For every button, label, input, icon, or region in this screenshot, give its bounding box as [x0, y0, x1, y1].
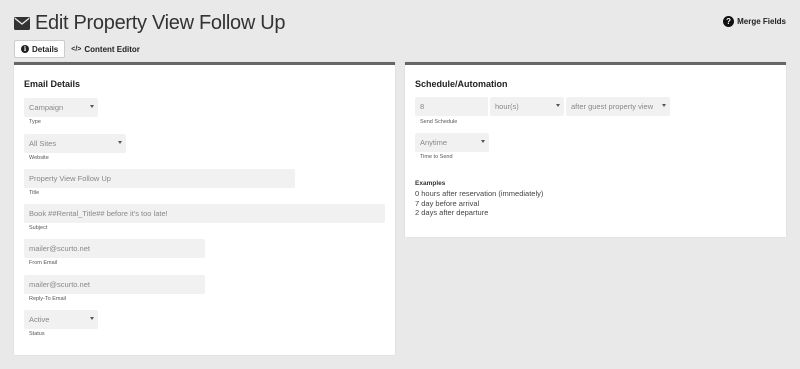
from-email-label: From Email	[29, 260, 58, 266]
schedule-title: Schedule/Automation	[415, 79, 508, 89]
schedule-unit-select[interactable]: hour(s)	[490, 97, 564, 116]
example-item: 2 days after departure	[415, 208, 489, 217]
type-select[interactable]: Campaign	[24, 98, 98, 117]
caret-down-icon	[90, 105, 94, 108]
title-value: Property View Follow Up	[29, 174, 111, 183]
merge-fields-label: Merge Fields	[737, 17, 786, 26]
website-label: Website	[29, 155, 49, 161]
website-value: All Sites	[29, 139, 57, 148]
schedule-trigger-select[interactable]: after guest property view	[566, 97, 670, 116]
type-label: Type	[29, 119, 41, 125]
envelope-icon	[14, 16, 30, 30]
email-details-panel: Email Details Campaign Type All Sites We…	[14, 62, 395, 355]
time-to-send-value: Anytime	[420, 138, 448, 147]
example-item: 0 hours after reservation (immediately)	[415, 189, 544, 198]
tab-details[interactable]: i Details	[14, 40, 66, 58]
subject-label: Subject	[29, 225, 48, 231]
schedule-amount-value: 8	[420, 102, 425, 111]
page-title: Edit Property View Follow Up	[35, 11, 286, 34]
schedule-trigger-value: after guest property view	[571, 102, 654, 111]
time-to-send-label: Time to Send	[420, 154, 453, 160]
title-input[interactable]: Property View Follow Up	[24, 169, 295, 188]
merge-fields-link[interactable]: ? Merge Fields	[723, 16, 786, 27]
caret-down-icon	[481, 140, 485, 143]
tab-content-editor-label: Content Editor	[84, 44, 140, 54]
send-schedule-label: Send Schedule	[420, 119, 458, 125]
examples-list: 0 hours after reservation (immediately) …	[415, 189, 543, 218]
title-label: Title	[29, 190, 40, 196]
reply-to-email-value: mailer@scurto.net	[29, 280, 90, 289]
tab-bar: i Details </> Content Editor	[14, 40, 146, 58]
from-email-input[interactable]: mailer@scurto.net	[24, 239, 205, 258]
caret-down-icon	[118, 141, 122, 144]
email-details-title: Email Details	[24, 79, 81, 89]
caret-down-icon	[90, 317, 94, 320]
schedule-unit-value: hour(s)	[495, 102, 519, 111]
status-value: Active	[29, 315, 50, 324]
subject-input[interactable]: Book ##Rental_Title## before it's too la…	[24, 204, 385, 223]
status-select[interactable]: Active	[24, 310, 98, 329]
website-select[interactable]: All Sites	[24, 134, 126, 153]
status-label: Status	[29, 331, 45, 337]
caret-down-icon	[662, 104, 666, 107]
page-header: Edit Property View Follow Up	[14, 10, 286, 36]
subject-value: Book ##Rental_Title## before it's too la…	[29, 209, 168, 218]
example-item: 7 day before arrival	[415, 198, 480, 208]
from-email-value: mailer@scurto.net	[29, 244, 90, 253]
tab-content-editor[interactable]: </> Content Editor	[65, 40, 146, 58]
time-to-send-select[interactable]: Anytime	[415, 133, 489, 152]
info-icon: i	[21, 45, 29, 53]
tab-details-label: Details	[32, 44, 59, 54]
reply-to-email-label: Reply-To Email	[29, 296, 66, 302]
examples-title: Examples	[415, 180, 446, 187]
schedule-amount-input[interactable]: 8	[415, 97, 488, 116]
schedule-panel: Schedule/Automation 8 hour(s) after gues…	[405, 62, 786, 237]
caret-down-icon	[556, 104, 560, 107]
reply-to-email-input[interactable]: mailer@scurto.net	[24, 275, 205, 294]
type-value: Campaign	[29, 103, 64, 112]
code-icon: </>	[71, 45, 82, 53]
question-circle-icon: ?	[723, 16, 735, 27]
